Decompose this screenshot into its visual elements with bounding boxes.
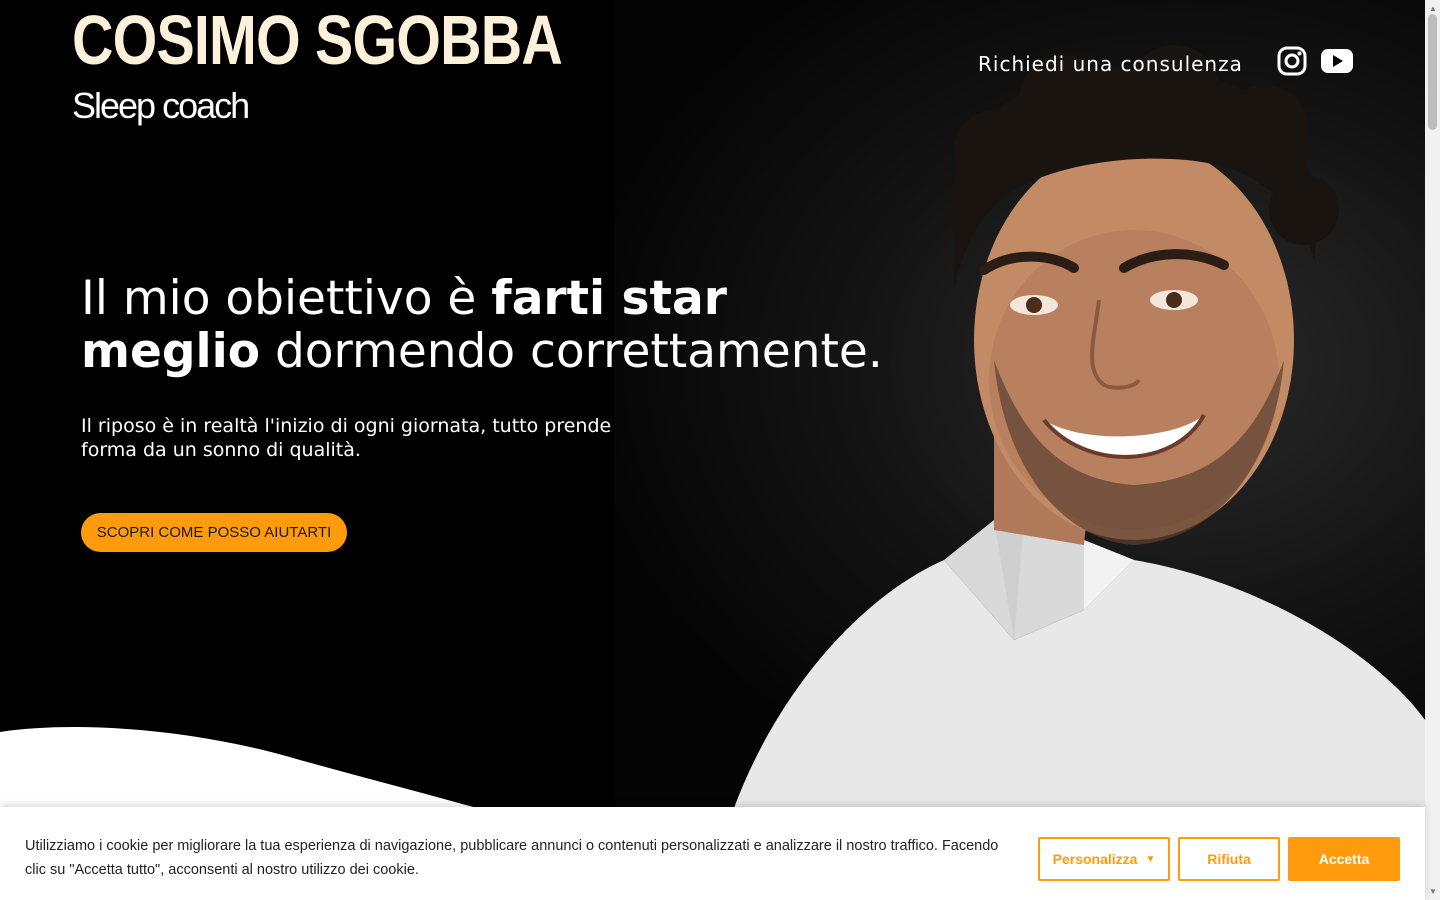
- portrait-photo: [614, 0, 1425, 808]
- headline-bold1: farti star: [491, 271, 727, 326]
- instagram-icon[interactable]: [1277, 46, 1307, 76]
- scroll-up-arrow-icon[interactable]: ▲: [1429, 4, 1437, 13]
- headline-part2: dormendo correttamente.: [260, 324, 883, 379]
- logo-tagline: Sleep coach: [72, 85, 250, 126]
- customize-button[interactable]: Personalizza ▼: [1038, 837, 1170, 881]
- hero-section: COSIMO SGOBBA Sleep coach Richiedi una c…: [0, 0, 1425, 900]
- youtube-icon[interactable]: [1320, 46, 1354, 76]
- logo-name: COSIMO SGOBBA: [72, 1, 563, 79]
- site-logo[interactable]: COSIMO SGOBBA Sleep coach: [72, 2, 670, 126]
- top-nav: Richiedi una consulenza: [978, 48, 1243, 80]
- portrait-illustration: [734, 45, 1425, 808]
- reject-button[interactable]: Rifiuta: [1178, 837, 1280, 881]
- hero-headline: Il mio obiettivo è farti star meglio dorm…: [81, 272, 941, 378]
- discover-button[interactable]: SCOPRI COME POSSO AIUTARTI: [81, 513, 347, 552]
- wave-divider: [0, 727, 520, 820]
- scroll-thumb[interactable]: [1428, 14, 1437, 130]
- chevron-down-icon: ▼: [1145, 853, 1156, 865]
- headline-bold2: meglio: [81, 324, 261, 379]
- consultation-link[interactable]: Richiedi una consulenza: [978, 52, 1243, 76]
- customize-label: Personalizza: [1052, 851, 1138, 867]
- scroll-down-arrow-icon[interactable]: ▼: [1429, 887, 1437, 896]
- accept-button[interactable]: Accetta: [1288, 837, 1400, 881]
- cookie-text: Utilizziamo i cookie per migliorare la t…: [25, 838, 999, 878]
- hero-subtext: Il riposo è in realtà l'inizio di ogni g…: [81, 415, 612, 461]
- cookie-banner: Utilizziamo i cookie per migliorare la t…: [0, 807, 1425, 900]
- page-scrollbar[interactable]: ▲ ▼: [1425, 0, 1440, 900]
- headline-part1: Il mio obiettivo è: [81, 271, 492, 326]
